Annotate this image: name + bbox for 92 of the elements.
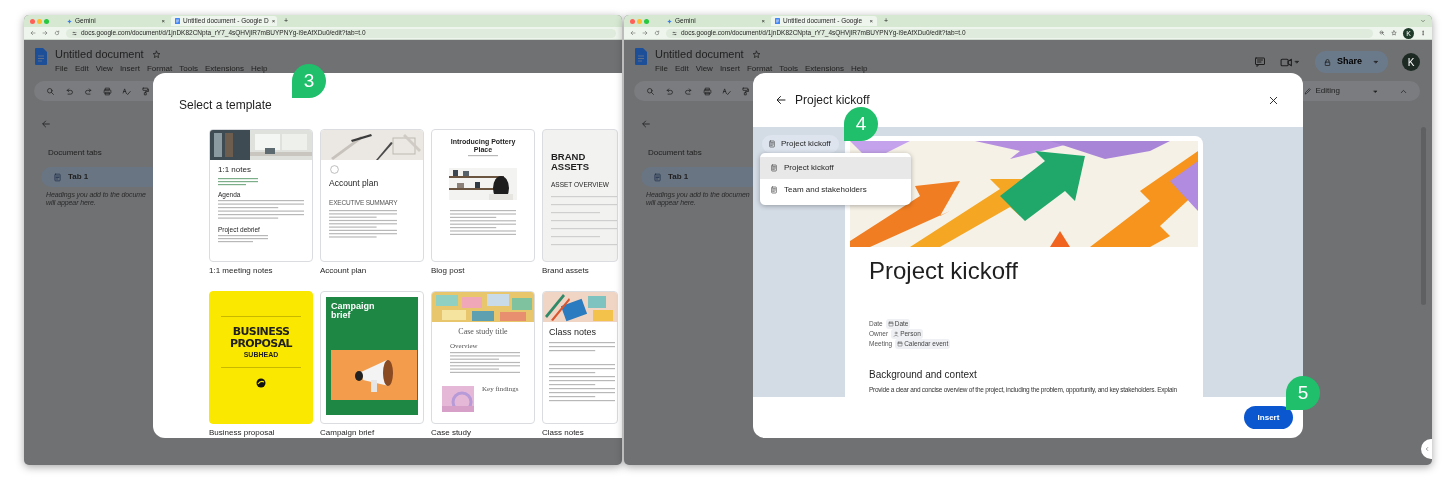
print-icon[interactable] — [703, 86, 712, 96]
redo-icon[interactable] — [684, 86, 693, 96]
search-icon[interactable] — [646, 86, 655, 96]
star-icon[interactable] — [151, 50, 161, 59]
calendar-icon — [897, 341, 904, 347]
sidebar-heading: Document tabs — [48, 147, 102, 159]
menu-item[interactable]: Team and stakeholders — [760, 179, 911, 201]
thumbnail-text: Campaign brief — [331, 302, 376, 320]
comment-icon[interactable] — [1254, 56, 1266, 68]
template-name: Business proposal — [209, 427, 276, 438]
document-title: Project kickoff — [869, 256, 1019, 286]
chevron-left-icon — [1423, 446, 1430, 452]
back-icon[interactable] — [30, 30, 36, 36]
text-lines-drawing — [468, 155, 498, 159]
caret-icon — [1293, 58, 1301, 66]
template-name: Blog post — [431, 265, 466, 277]
template-name: Campaign brief — [320, 427, 376, 438]
back-icon[interactable] — [630, 30, 636, 36]
undo-icon[interactable] — [65, 86, 74, 96]
undo-icon[interactable] — [665, 86, 674, 96]
template-name: Case study — [431, 427, 473, 438]
zoom-icon[interactable] — [1379, 30, 1385, 36]
template-name: Account plan — [320, 265, 368, 277]
thumbnail-text: Case study title — [457, 328, 509, 337]
thumbnail-text: BRAND ASSETS — [551, 152, 590, 171]
text-lines-drawing — [450, 210, 516, 238]
section-heading: Background and context — [869, 368, 978, 382]
menu-item[interactable]: Project kickoff — [760, 157, 911, 179]
step-callout: 3 — [292, 64, 326, 98]
paint-format-icon[interactable] — [141, 86, 150, 96]
tab-selector[interactable]: Project kickoff — [762, 135, 839, 153]
search-icon[interactable] — [46, 86, 55, 96]
document-icon — [768, 140, 776, 148]
close-icon[interactable] — [1268, 94, 1279, 106]
text-lines-drawing — [218, 177, 258, 187]
template-card[interactable]: Class notes — [542, 291, 618, 424]
spellcheck-icon[interactable] — [122, 86, 131, 96]
dialog-title: Project kickoff — [795, 92, 870, 109]
template-card[interactable]: Campaign brief — [320, 291, 424, 424]
text-lines-drawing — [218, 235, 268, 245]
redo-icon[interactable] — [84, 86, 93, 96]
document-icon — [770, 164, 778, 172]
back-arrow-icon[interactable] — [775, 94, 787, 106]
calendar-icon — [887, 321, 894, 327]
logo-icon — [330, 165, 339, 174]
document-icon — [770, 186, 778, 194]
document-icon — [53, 172, 62, 182]
thumbnail-text: BUSINESS PROPOSAL — [229, 326, 294, 350]
account-avatar[interactable]: K — [1402, 53, 1420, 71]
pencil-icon — [1303, 87, 1312, 95]
sidebar-heading: Document tabs — [648, 147, 702, 159]
site-info-icon — [672, 30, 677, 36]
paint-format-icon[interactable] — [741, 86, 750, 96]
dialog-title: Select a template — [179, 97, 273, 114]
star-icon[interactable] — [751, 50, 761, 59]
bookmark-icon[interactable] — [1391, 30, 1397, 36]
sparkle-icon — [667, 18, 672, 24]
forward-icon[interactable] — [642, 30, 648, 36]
text-lines-drawing — [329, 210, 397, 241]
docs-logo-icon — [635, 48, 647, 65]
share-button[interactable]: Share — [1315, 51, 1388, 73]
person-icon — [893, 331, 900, 337]
editing-mode-dropdown[interactable]: Editing — [1303, 85, 1379, 97]
sparkle-icon — [67, 18, 72, 24]
menu-icon[interactable] — [1420, 30, 1426, 36]
thumbnail-text: Class notes — [549, 328, 598, 338]
thumbnail-text: Account plan — [329, 179, 380, 189]
docs-icon — [775, 18, 780, 24]
template-name: Class notes — [542, 427, 585, 438]
text-lines-drawing — [549, 363, 615, 404]
template-name: Brand assets — [542, 265, 590, 277]
step-callout: 5 — [1286, 376, 1320, 410]
reload-icon[interactable] — [654, 30, 660, 36]
thumbnail-text: 1:1 notes — [218, 166, 252, 175]
lock-icon — [1323, 57, 1332, 67]
reload-icon[interactable] — [54, 30, 60, 36]
docs-icon — [175, 18, 180, 24]
caret-icon — [1372, 58, 1380, 66]
text-lines-drawing — [549, 341, 615, 354]
spellcheck-icon[interactable] — [722, 86, 731, 96]
text-lines-drawing — [450, 352, 520, 376]
document-icon — [653, 172, 662, 182]
tab-search-icon[interactable] — [1420, 18, 1426, 24]
caret-icon — [1372, 87, 1379, 95]
print-icon[interactable] — [103, 86, 112, 96]
forward-icon[interactable] — [42, 30, 48, 36]
collapse-button[interactable] — [1421, 439, 1432, 459]
insert-button[interactable]: Insert — [1244, 406, 1293, 429]
template-name: 1:1 meeting notes — [209, 265, 274, 277]
logo-icon — [256, 377, 266, 388]
docs-logo-icon — [35, 48, 47, 65]
site-info-icon — [72, 30, 77, 36]
